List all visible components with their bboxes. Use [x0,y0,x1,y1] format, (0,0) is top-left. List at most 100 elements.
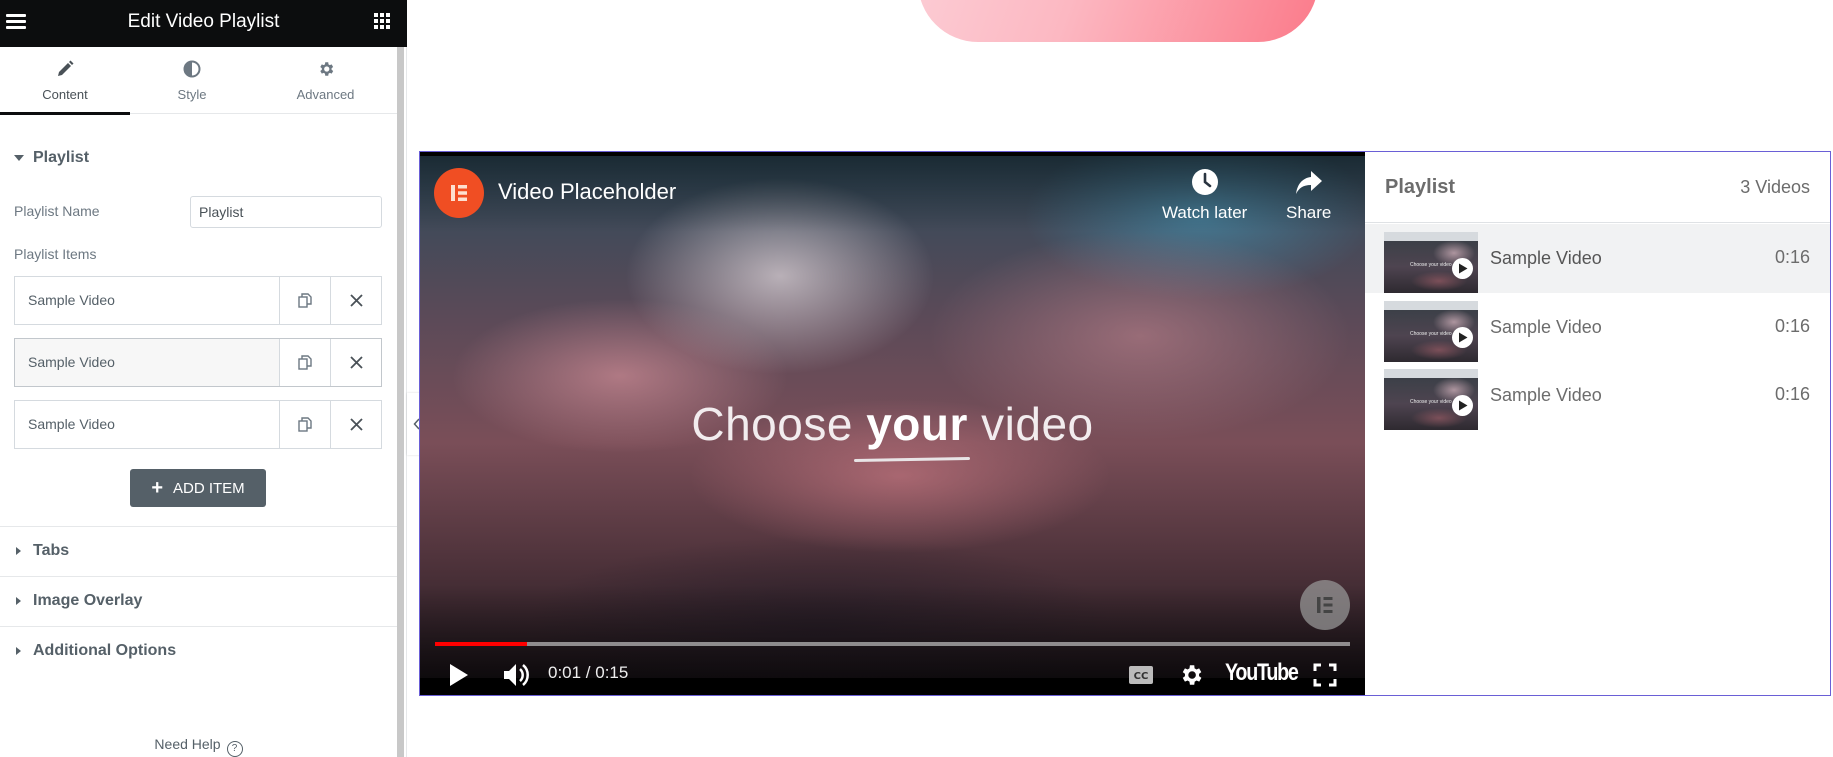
time-display: 0:01 / 0:15 [548,663,629,682]
section-title: Additional Options [33,642,177,659]
repeater-item: Sample Video [14,338,382,387]
playlist-item-duration: 0:16 [1774,316,1810,336]
duplicate-button[interactable] [279,339,330,386]
playlist-item-duration: 0:16 [1774,384,1810,404]
play-circle-icon [1452,327,1473,348]
playlist-item-title: Sample Video [1490,248,1602,268]
playlist-item-duration: 0:16 [1774,247,1810,267]
gear-icon [1182,665,1202,685]
play-circle-icon [1452,258,1473,279]
playlist-item[interactable]: Choose your video Sample Video 0:16 [1365,361,1830,430]
volume-button[interactable] [502,657,532,693]
section-playlist-toggle[interactable]: Playlist [0,133,397,183]
progress-played [435,642,527,646]
share-label: Share [1286,203,1332,222]
tab-label: Advanced [296,87,355,102]
remove-button[interactable] [330,401,381,448]
fullscreen-icon [1313,663,1337,687]
channel-logo[interactable] [434,168,484,218]
close-icon [349,294,363,307]
caret-down-icon [14,155,24,161]
sidebar-scrollbar[interactable] [397,47,404,757]
caret-right-icon [16,647,21,655]
share-button[interactable]: Share [1286,167,1331,223]
pencil-icon [0,59,130,79]
section-tabs-toggle[interactable]: Tabs [0,526,397,576]
editor-root: Edit Video Playlist Content Style Advanc… [0,0,1833,757]
playlist-header: Playlist 3 Videos [1365,152,1830,223]
tab-advanced[interactable]: Advanced [254,47,397,114]
tab-label: Content [42,87,88,102]
caption-pre: Choose [691,398,867,450]
section-title: Image Overlay [33,592,143,609]
add-item-label: ADD ITEM [173,479,245,497]
caption-bold: your [866,398,968,450]
thumbnail-caption: Choose your video [1410,399,1452,405]
channel-watermark[interactable] [1300,580,1350,630]
playlist-item[interactable]: Choose your video Sample Video 0:16 [1365,224,1830,293]
video-title[interactable]: Video Placeholder [498,179,676,205]
caret-right-icon [16,597,21,605]
remove-button[interactable] [330,339,381,386]
tab-style[interactable]: Style [130,47,254,114]
section-title: Playlist [33,149,90,166]
duplicate-icon [298,416,312,432]
caption-post: video [967,398,1094,450]
clock-icon [1191,169,1218,195]
play-button[interactable] [448,657,470,693]
panel-title: Edit Video Playlist [127,11,280,32]
add-item-button[interactable]: + ADD ITEM [130,469,266,507]
grid-icon[interactable] [374,13,390,29]
tab-label: Style [177,87,207,102]
close-icon [349,356,363,369]
duplicate-button[interactable] [279,401,330,448]
thumbnail-caption: Choose your video [1410,331,1452,337]
video-thumbnail: Choose your video [1384,369,1478,430]
video-letterbox-bottom [420,682,1365,695]
playlist-panel: Playlist 3 Videos Choose your video Samp… [1365,152,1830,695]
editor-sidebar: Edit Video Playlist Content Style Advanc… [0,0,407,757]
panel-tabs: Content Style Advanced [0,47,397,115]
playlist-title: Playlist [1385,176,1456,198]
share-arrow-icon [1295,171,1322,194]
video-playlist-widget: Video Placeholder Watch later Share Choo… [419,151,1831,696]
volume-icon [504,664,529,686]
repeater-item: Sample Video [14,276,382,325]
playlist-items-label: Playlist Items [14,246,97,262]
playlist-name-label: Playlist Name [14,203,100,219]
duplicate-button[interactable] [279,277,330,324]
svg-text:CC: CC [1134,671,1149,682]
remove-button[interactable] [330,277,381,324]
playlist-item-title: Sample Video [1490,317,1602,337]
thumbnail-caption: Choose your video [1410,262,1452,268]
caret-right-icon [16,547,21,555]
decorative-gradient-shape [918,0,1318,42]
progress-bar[interactable] [435,642,1350,646]
youtube-logo[interactable]: YouTube [1225,659,1299,687]
fullscreen-button[interactable] [1313,657,1337,693]
repeater-item-title[interactable]: Sample Video [15,339,279,386]
settings-button[interactable] [1178,657,1204,693]
tab-content[interactable]: Content [0,47,130,115]
repeater-item-title[interactable]: Sample Video [15,277,279,324]
need-help-link[interactable]: Need Help? [0,736,397,757]
half-circle-icon [130,59,254,79]
plus-icon: + [151,477,163,499]
repeater-item-title[interactable]: Sample Video [15,401,279,448]
section-additional-options-toggle[interactable]: Additional Options [0,626,397,676]
sidebar-header: Edit Video Playlist [0,0,407,47]
elementor-logo-icon [1317,597,1333,613]
video-player[interactable]: Video Placeholder Watch later Share Choo… [420,152,1365,695]
duplicate-icon [298,292,312,308]
video-center-caption: Choose your video [420,397,1365,451]
playlist-item[interactable]: Choose your video Sample Video 0:16 [1365,293,1830,362]
captions-button[interactable]: CC [1128,657,1154,693]
section-title: Tabs [33,542,70,559]
play-icon [450,664,468,686]
watch-later-button[interactable]: Watch later [1162,167,1247,223]
video-thumbnail: Choose your video [1384,232,1478,293]
elementor-logo-icon [451,185,467,201]
section-image-overlay-toggle[interactable]: Image Overlay [0,576,397,626]
playlist-name-input[interactable] [190,196,382,228]
question-circle-icon: ? [226,741,243,757]
